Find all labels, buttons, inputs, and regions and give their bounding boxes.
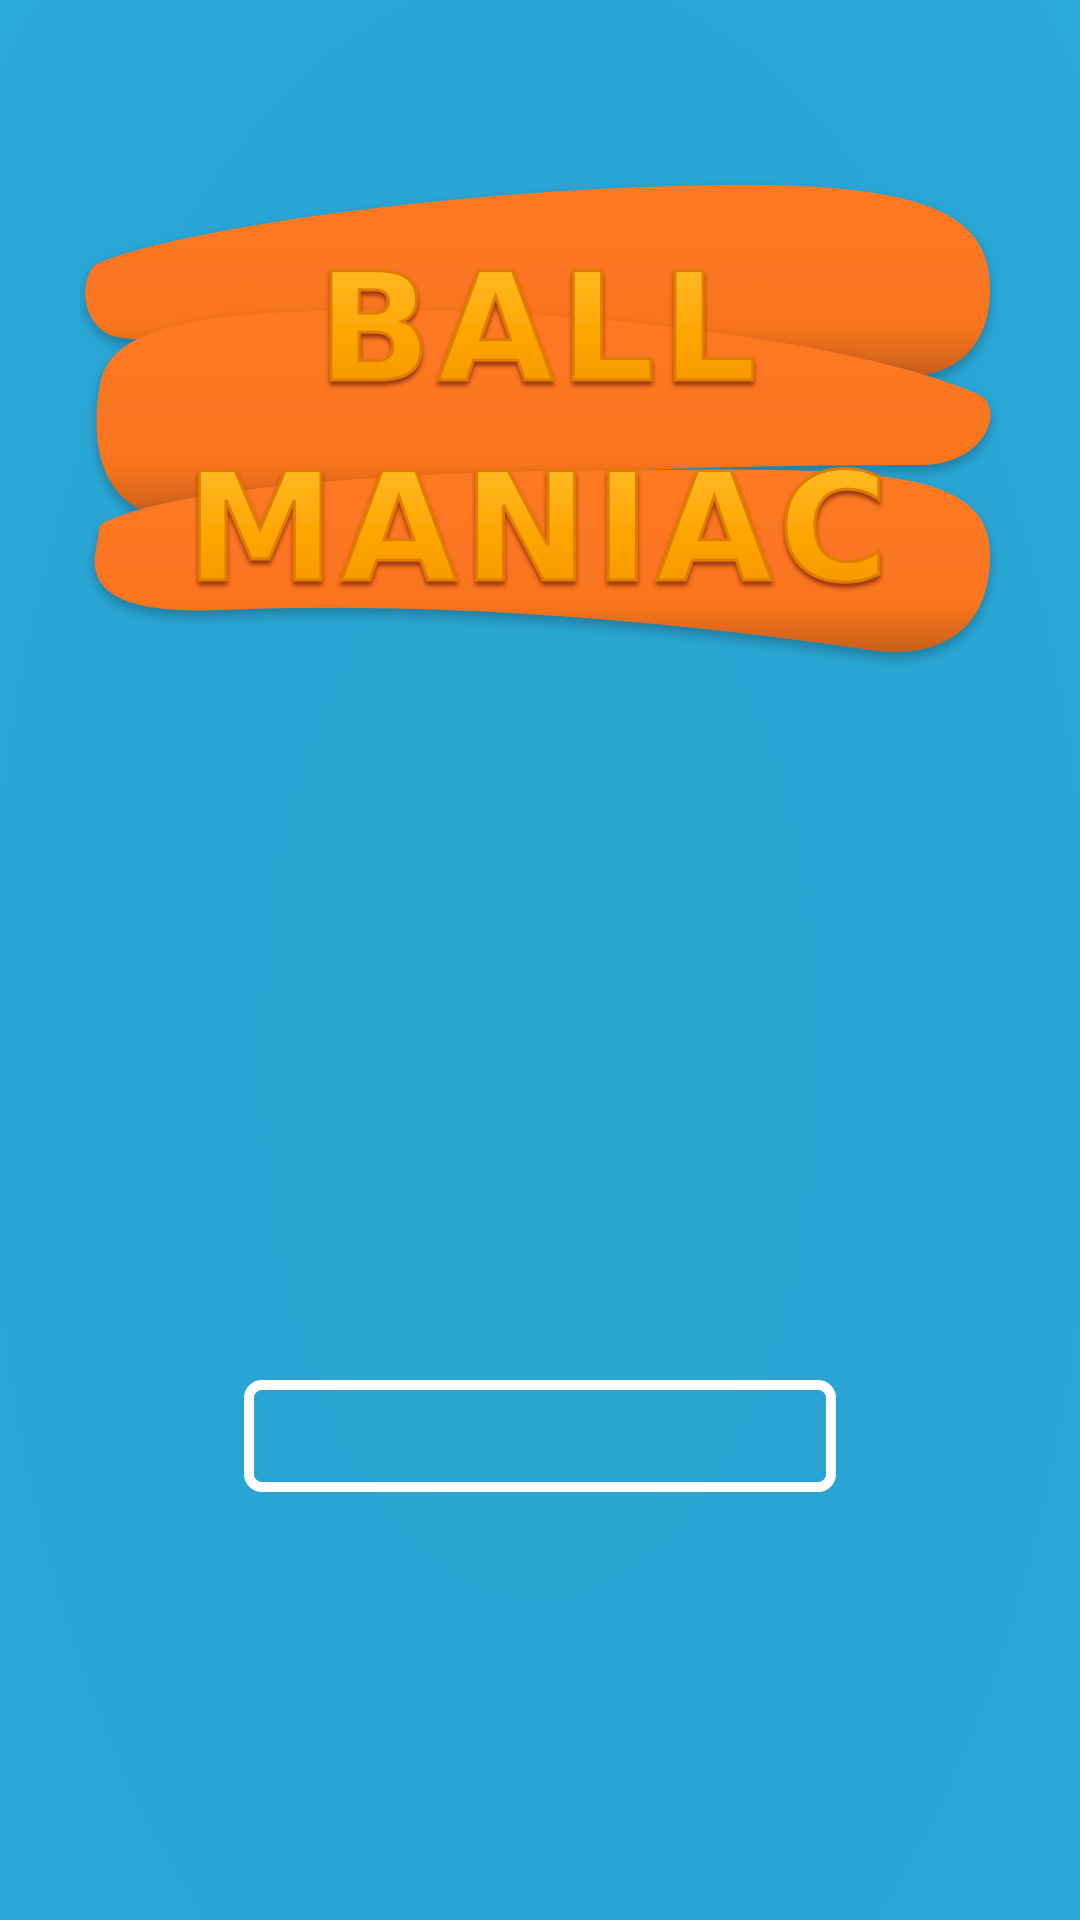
game-logo: BALL MANIAC [80, 170, 1000, 670]
logo-title-line2: MANIAC [186, 442, 895, 616]
logo-graphic: BALL MANIAC [85, 184, 991, 652]
title-screen: BALL MANIAC [0, 0, 1080, 1920]
logo-title-line1: BALL [317, 242, 763, 416]
loading-bar [244, 1380, 836, 1492]
